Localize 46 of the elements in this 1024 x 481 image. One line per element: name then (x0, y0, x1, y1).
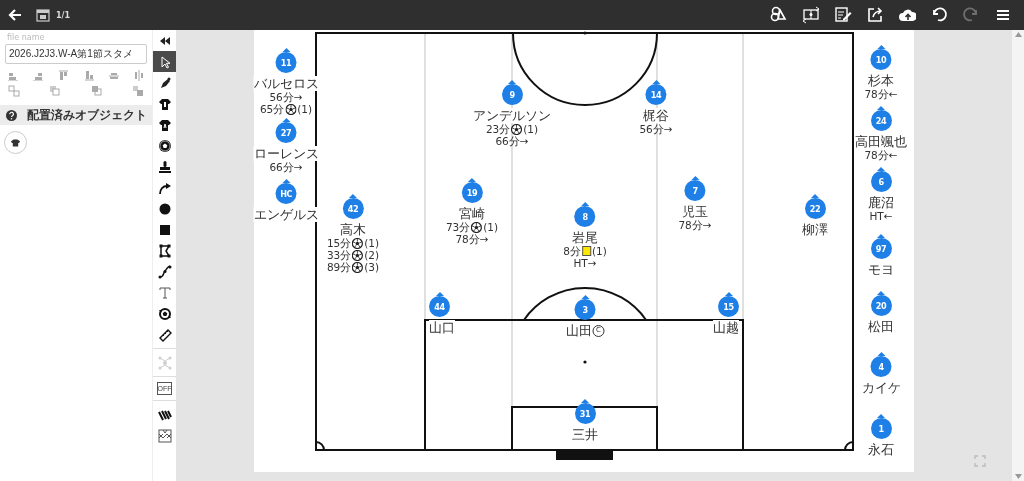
minute-text: 73分 (445, 221, 471, 233)
event-text: 78分→ (678, 219, 712, 231)
player-name: 山越 (713, 320, 739, 335)
player-name: 高田颯也 (855, 134, 907, 149)
player-name: ローレンス (253, 146, 319, 161)
player-name: 児玉 (682, 204, 708, 219)
page-indicator: 1/1 (56, 10, 71, 20)
player-name: 梶谷 (643, 108, 669, 123)
field-label: file name (7, 33, 46, 42)
player-name: エンゲルス (253, 207, 319, 222)
section-title: 配置済みオブジェクト (27, 106, 147, 124)
minute-text: 8分 (563, 245, 581, 257)
player-name: 鹿沼 (868, 195, 894, 210)
goal-count: (1) (297, 103, 313, 115)
minute-text: 65分 (259, 103, 285, 115)
player-name: モヨ (868, 262, 894, 277)
goal-count: (1) (591, 245, 607, 257)
goal-count: (3) (364, 261, 380, 273)
goal-count: (1) (523, 123, 539, 135)
player-name: 柳澤 (802, 222, 828, 237)
player-name: カイケ (861, 380, 901, 395)
minute-text: 89分 (326, 261, 352, 273)
event-text: 66分→ (495, 135, 529, 147)
event-text: HT→ (573, 257, 597, 269)
event-text: HT← (869, 210, 893, 222)
minute-text: 33分 (326, 249, 352, 261)
event-text: 56分→ (269, 91, 303, 103)
minute-text: 15分 (326, 237, 352, 249)
player-name: 松田 (868, 319, 894, 334)
minute-text: 23分 (485, 123, 511, 135)
event-text: 56分→ (639, 123, 673, 135)
player-name: 永石 (868, 442, 894, 457)
goal-count: (2) (364, 249, 380, 261)
player-name: 山口 (429, 320, 455, 335)
file-name-field[interactable]: 2026.J2J3.W-A第1節スタメ (5, 44, 147, 64)
player-name: 山田 (565, 323, 592, 338)
event-text: 78分← (864, 149, 898, 161)
player-name: 杉本 (868, 73, 894, 88)
player-name: 岩尾 (572, 230, 598, 245)
event-text: 78分→ (455, 233, 489, 245)
player-name: バルセロス (253, 76, 319, 91)
player-name: 三井 (572, 427, 598, 442)
event-text: 66分→ (269, 161, 303, 173)
event-text: 78分← (864, 88, 898, 100)
goal-count: (1) (364, 237, 380, 249)
goal-count: (1) (483, 221, 499, 233)
